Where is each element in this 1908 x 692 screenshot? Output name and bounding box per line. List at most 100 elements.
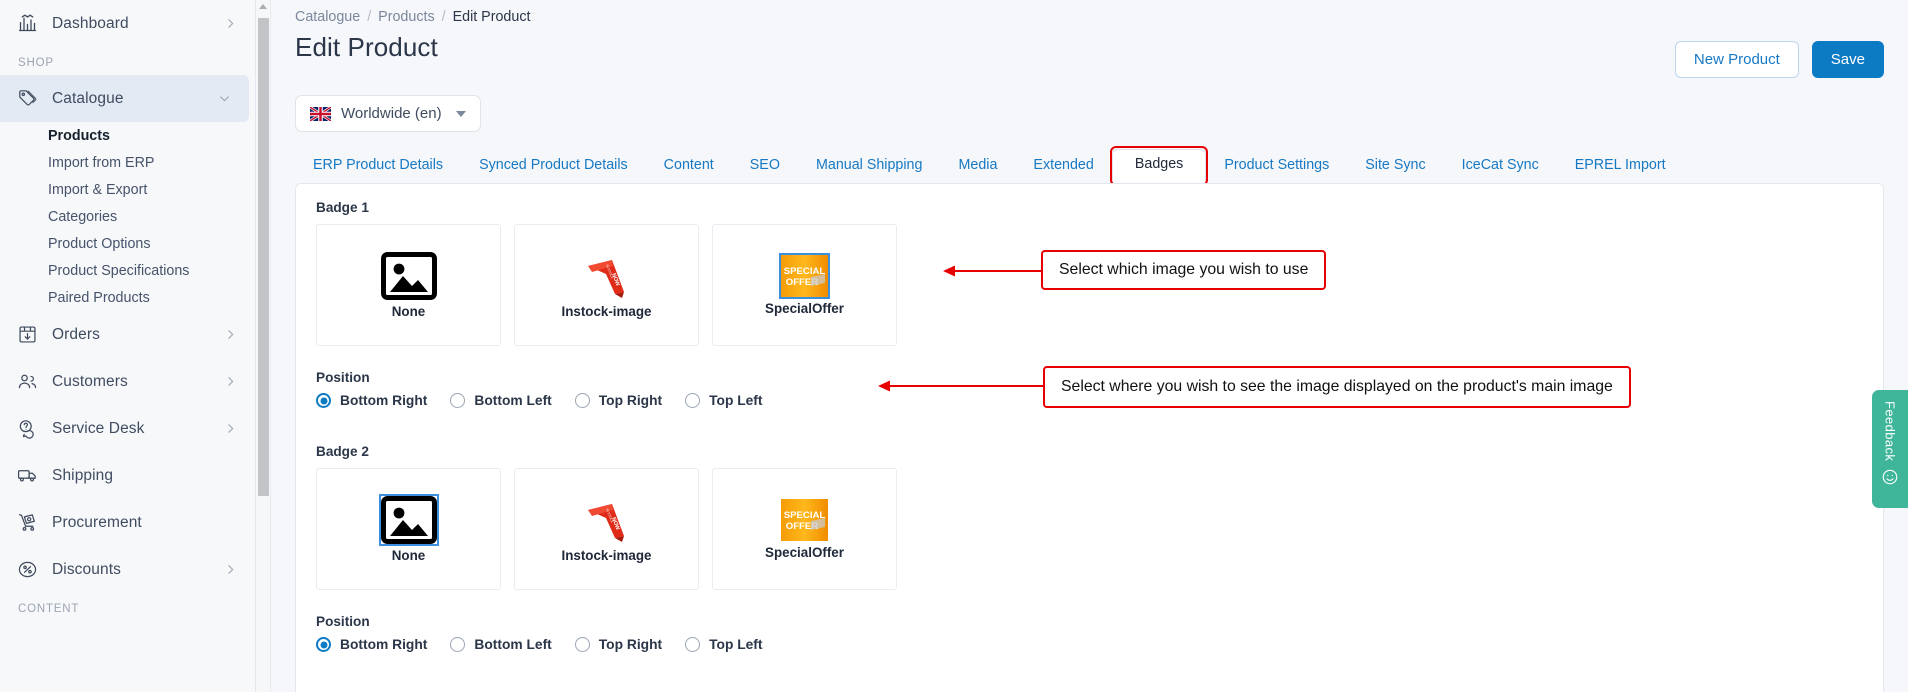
tab-manual-shipping[interactable]: Manual Shipping (798, 151, 941, 183)
badge-2-option-none[interactable]: None (316, 468, 501, 591)
percent-tag-icon (16, 559, 38, 581)
sidebar-item-label: Shipping (52, 466, 114, 484)
feedback-tab[interactable]: Feedback (1872, 390, 1908, 508)
breadcrumb-item-current: Edit Product (452, 9, 531, 25)
sidebar-item-label: Catalogue (52, 89, 124, 107)
scroll-up-arrow-icon[interactable] (259, 4, 267, 9)
placeholder-image-icon (378, 493, 439, 546)
radio-indicator[interactable] (574, 393, 590, 409)
app-root: Dashboard SHOP Catalogue Products Import… (0, 0, 1908, 692)
new-product-button[interactable]: New Product (1674, 41, 1799, 79)
badge-2-radio-top-left[interactable]: Top Left (685, 637, 763, 653)
chevron-right-icon (224, 563, 237, 576)
hand-truck-icon (16, 512, 38, 534)
tab-synced-product-details[interactable]: Synced Product Details (461, 151, 646, 183)
radio-indicator[interactable] (574, 637, 590, 653)
tab-erp-product-details[interactable]: ERP Product Details (295, 151, 461, 183)
header-actions: New Product Save (1674, 32, 1884, 79)
radio-indicator[interactable] (685, 637, 701, 653)
language-selector[interactable]: Worldwide (en) (295, 95, 481, 133)
tab-bar: ERP Product Details Synced Product Detai… (295, 146, 1884, 187)
tab-eprel-import[interactable]: EPREL Import (1557, 151, 1684, 183)
badge-2-label: Badge 2 (316, 444, 369, 460)
sidebar-item-label: Discounts (52, 560, 121, 578)
sidebar: Dashboard SHOP Catalogue Products Import… (0, 0, 256, 692)
badge-1-radio-top-left[interactable]: Top Left (685, 393, 763, 409)
truck-icon (16, 465, 38, 487)
sidebar-item-procurement[interactable]: Procurement (0, 499, 255, 546)
badge-2-option-none-caption: None (391, 547, 426, 563)
breadcrumb-item-products[interactable]: Products (378, 9, 434, 25)
tab-seo[interactable]: SEO (732, 151, 798, 183)
special-offer-icon: SPECIAL OFFER (778, 252, 830, 299)
badge-1-option-instock-image[interactable]: NOW IN STOCK Instock-image (514, 224, 699, 347)
smiley-face-icon (1882, 469, 1898, 485)
sidebar-item-paired-products[interactable]: Paired Products (0, 284, 255, 311)
sidebar-item-product-specifications[interactable]: Product Specifications (0, 257, 255, 284)
badge-1-option-instock-caption: Instock-image (561, 303, 652, 319)
chevron-right-icon (224, 17, 237, 30)
sidebar-item-dashboard[interactable]: Dashboard (0, 0, 255, 47)
radio-indicator[interactable] (316, 393, 331, 409)
box-arrow-down-icon (16, 324, 38, 346)
badge-2-radio-bottom-left[interactable]: Bottom Left (450, 637, 552, 653)
badge-1-option-none[interactable]: None (316, 224, 501, 347)
tab-badges[interactable]: Badges (1109, 146, 1208, 187)
sidebar-item-label: Dashboard (52, 14, 129, 32)
page-scrollbar[interactable] (256, 0, 271, 692)
breadcrumb-item-catalogue[interactable]: Catalogue (295, 9, 360, 25)
page-header-row: Edit Product New Product Save (295, 32, 1884, 79)
chevron-right-icon (224, 422, 237, 435)
sidebar-section-shop: SHOP (18, 57, 54, 69)
sidebar-item-label: Procurement (52, 513, 142, 531)
badge-2-radio-bottom-right[interactable]: Bottom Right (316, 637, 427, 653)
chevron-right-icon (224, 328, 237, 341)
tab-media[interactable]: Media (940, 151, 1015, 183)
tab-icecat-sync[interactable]: IceCat Sync (1444, 151, 1557, 183)
badge-2-radio-top-right[interactable]: Top Right (574, 637, 663, 653)
save-button[interactable]: Save (1811, 41, 1884, 79)
special-offer-icon: SPECIAL OFFER (780, 498, 828, 541)
sidebar-item-label: Service Desk (52, 419, 145, 437)
tab-product-settings[interactable]: Product Settings (1206, 151, 1347, 183)
radio-label: Top Right (598, 393, 663, 409)
tags-icon (16, 88, 38, 110)
chevron-down-icon (218, 92, 231, 105)
sidebar-item-catalogue[interactable]: Catalogue (0, 75, 249, 122)
badge-2-position-title: Position (316, 614, 370, 630)
breadcrumb-separator: / (367, 9, 372, 25)
badge-1-radio-top-right[interactable]: Top Right (574, 393, 663, 409)
breadcrumb-separator: / (441, 9, 446, 25)
badge-2-option-specialoffer[interactable]: SPECIAL OFFER SpecialOffer (712, 468, 897, 591)
sidebar-item-import-and-export[interactable]: Import & Export (0, 176, 255, 203)
scrollbar-thumb[interactable] (258, 18, 269, 496)
placeholder-image-icon (380, 251, 437, 300)
badge-2-options: None NOW IN STOCK Instock-image SPECIAL … (316, 468, 1863, 591)
uk-flag-icon (310, 106, 331, 121)
sidebar-item-product-options[interactable]: Product Options (0, 230, 255, 257)
radio-indicator[interactable] (316, 637, 331, 653)
tab-extended[interactable]: Extended (1015, 151, 1111, 183)
badge-1-radio-bottom-right[interactable]: Bottom Right (316, 393, 427, 409)
sidebar-item-categories[interactable]: Categories (0, 203, 255, 230)
sidebar-item-orders[interactable]: Orders (0, 311, 255, 358)
sidebar-item-customers[interactable]: Customers (0, 358, 255, 405)
tab-site-sync[interactable]: Site Sync (1347, 151, 1443, 183)
sidebar-item-shipping[interactable]: Shipping (0, 452, 255, 499)
radio-label: Top Right (598, 637, 663, 653)
main-content: Catalogue / Products / Edit Product Edit… (271, 0, 1908, 692)
badge-1-option-none-caption: None (391, 303, 426, 319)
sidebar-item-products[interactable]: Products (0, 122, 255, 149)
sidebar-item-service-desk[interactable]: Service Desk (0, 405, 255, 452)
radio-indicator[interactable] (450, 637, 466, 653)
feedback-label: Feedback (1882, 401, 1898, 462)
badge-1-option-specialoffer[interactable]: SPECIAL OFFER SpecialOffer (712, 224, 897, 347)
radio-indicator[interactable] (685, 393, 701, 409)
badge-2-position: Position Bottom Right Bottom Left Top Ri… (316, 614, 1863, 653)
sidebar-item-import-from-erp[interactable]: Import from ERP (0, 149, 255, 176)
sidebar-item-discounts[interactable]: Discounts (0, 546, 255, 593)
tab-content[interactable]: Content (646, 151, 732, 183)
badge-1-radio-bottom-left[interactable]: Bottom Left (450, 393, 552, 409)
radio-indicator[interactable] (450, 393, 466, 409)
badge-2-option-instock-image[interactable]: NOW IN STOCK Instock-image (514, 468, 699, 591)
